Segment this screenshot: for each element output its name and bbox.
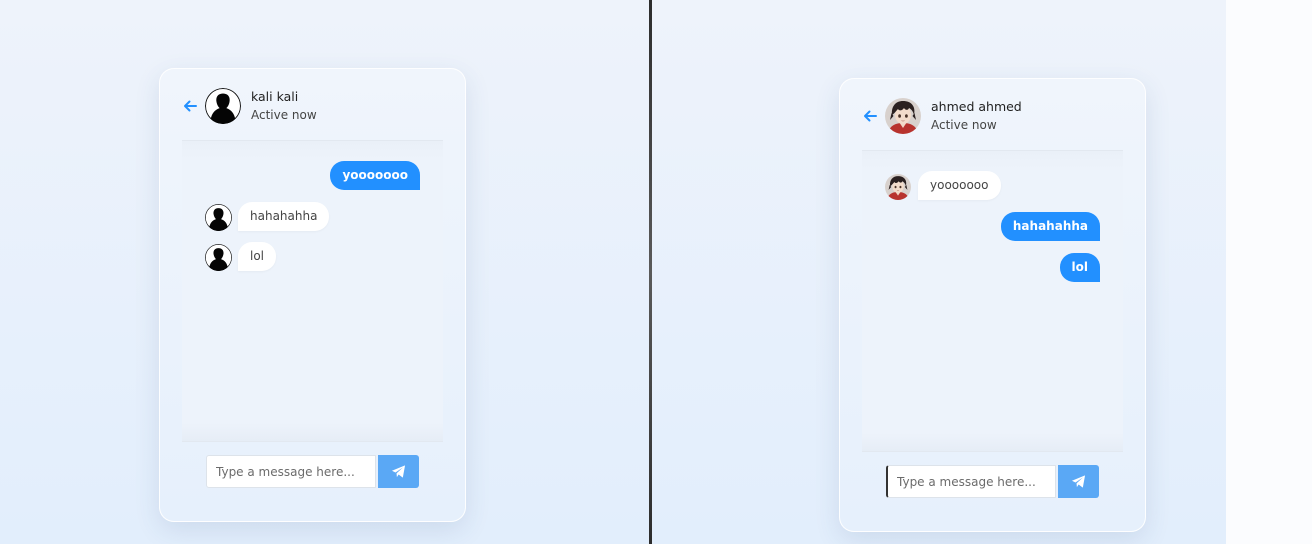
sender-avatar	[205, 244, 232, 271]
chat-box[interactable]: yooooooo hahahahha lol	[862, 150, 1123, 452]
outgoing-message: yooooooo	[330, 161, 420, 190]
sender-avatar	[885, 174, 911, 200]
contact-name: kali kali	[251, 89, 299, 104]
incoming-message: yooooooo	[918, 171, 1001, 200]
contact-name: ahmed ahmed	[931, 99, 1022, 114]
message-composer	[886, 465, 1099, 498]
incoming-message: lol	[238, 242, 277, 271]
outgoing-message: hahahahha	[1000, 212, 1100, 241]
chat-card: ahmed ahmed Active now yooooooo hahahahh…	[839, 78, 1146, 532]
message-composer	[206, 455, 419, 488]
send-button[interactable]	[1058, 465, 1099, 498]
chat-header: kali kali Active now	[182, 87, 443, 129]
right-window: ahmed ahmed Active now yooooooo hahahahh…	[652, 0, 1226, 544]
send-button[interactable]	[378, 455, 419, 488]
contact-status: Active now	[931, 118, 997, 132]
message-input[interactable]	[206, 455, 376, 488]
contact-avatar	[205, 88, 241, 124]
sender-avatar	[205, 204, 232, 231]
contact-status: Active now	[251, 108, 317, 122]
paper-plane-icon	[391, 465, 406, 478]
chat-header: ahmed ahmed Active now	[862, 97, 1123, 139]
message-input[interactable]	[886, 465, 1056, 498]
back-arrow-icon[interactable]	[862, 108, 878, 124]
chat-card: kali kali Active now yooooooo hahahahha …	[159, 68, 466, 522]
chat-box[interactable]: yooooooo hahahahha lol	[182, 140, 443, 442]
incoming-message: hahahahha	[238, 202, 330, 231]
left-window: kali kali Active now yooooooo hahahahha …	[0, 0, 649, 544]
page-edge	[1226, 0, 1312, 544]
back-arrow-icon[interactable]	[182, 98, 198, 114]
contact-avatar	[885, 98, 921, 134]
outgoing-message: lol	[1059, 253, 1100, 282]
paper-plane-icon	[1071, 475, 1086, 488]
